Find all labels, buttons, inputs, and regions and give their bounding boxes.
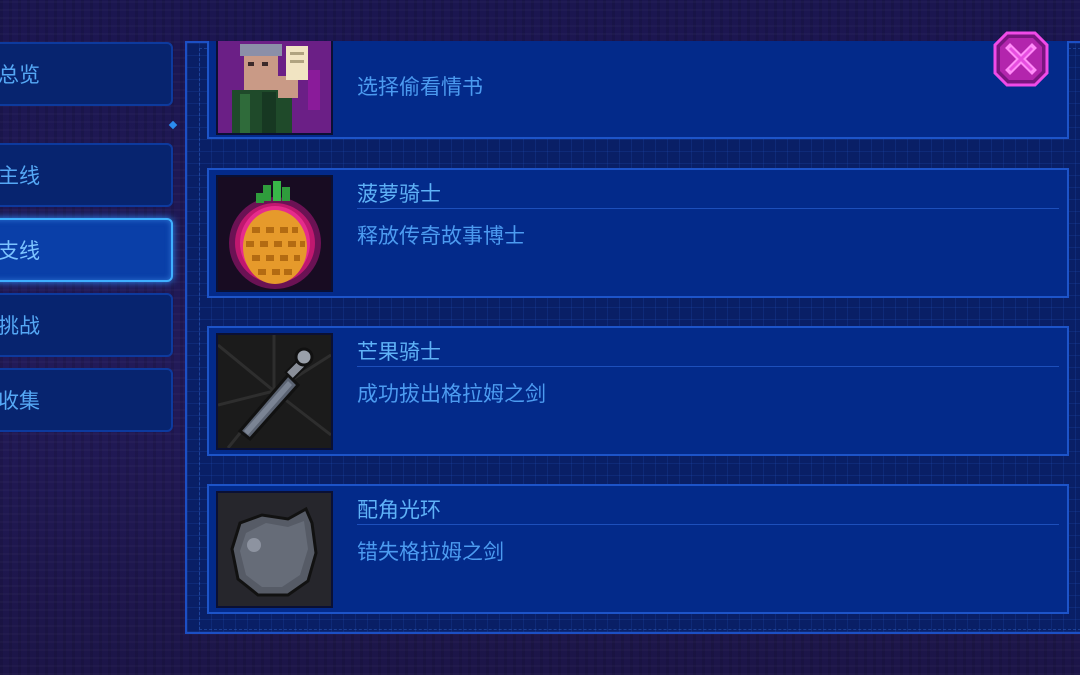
- tab-collection-label: 收集: [0, 389, 40, 413]
- achievement-list[interactable]: 选择偷看情书 菠萝骑士 释放传奇故事博士 芒果骑士 成功拔出格拉姆之剑 配角光环…: [207, 41, 1071, 621]
- achievement-card[interactable]: 配角光环 错失格拉姆之剑: [207, 484, 1069, 614]
- tab-side-quest[interactable]: 支线: [0, 218, 173, 282]
- close-button[interactable]: [993, 31, 1049, 87]
- achievement-description: 错失格拉姆之剑: [357, 540, 504, 564]
- tab-challenge[interactable]: 挑战: [0, 293, 173, 357]
- achievement-title: 菠萝骑士: [357, 182, 441, 206]
- title-divider: [357, 366, 1059, 367]
- tab-collection[interactable]: 收集: [0, 368, 173, 432]
- sword-icon: [216, 333, 333, 450]
- character-reading-letter-icon: [216, 41, 333, 135]
- gray-blob-icon: [216, 491, 333, 608]
- achievement-title: 配角光环: [357, 498, 441, 522]
- achievement-card[interactable]: 芒果骑士 成功拔出格拉姆之剑: [207, 326, 1069, 456]
- tab-main-quest[interactable]: 主线: [0, 143, 173, 207]
- tab-side-quest-label: 支线: [0, 239, 40, 263]
- achievement-card[interactable]: 菠萝骑士 释放传奇故事博士: [207, 168, 1069, 298]
- achievement-description: 成功拔出格拉姆之剑: [357, 382, 546, 406]
- achievement-card[interactable]: 选择偷看情书: [207, 41, 1069, 139]
- title-divider: [357, 524, 1059, 525]
- tab-main-quest-label: 主线: [0, 164, 40, 188]
- achievement-description: 释放传奇故事博士: [357, 224, 525, 248]
- close-x-icon: [993, 31, 1049, 87]
- tab-overview[interactable]: 总览: [0, 42, 173, 106]
- achievement-description: 选择偷看情书: [357, 75, 483, 99]
- title-divider: [357, 208, 1059, 209]
- achievement-title: 芒果骑士: [357, 340, 441, 364]
- tab-challenge-label: 挑战: [0, 314, 40, 338]
- pineapple-icon: [216, 175, 333, 292]
- tab-overview-label: 总览: [0, 63, 40, 87]
